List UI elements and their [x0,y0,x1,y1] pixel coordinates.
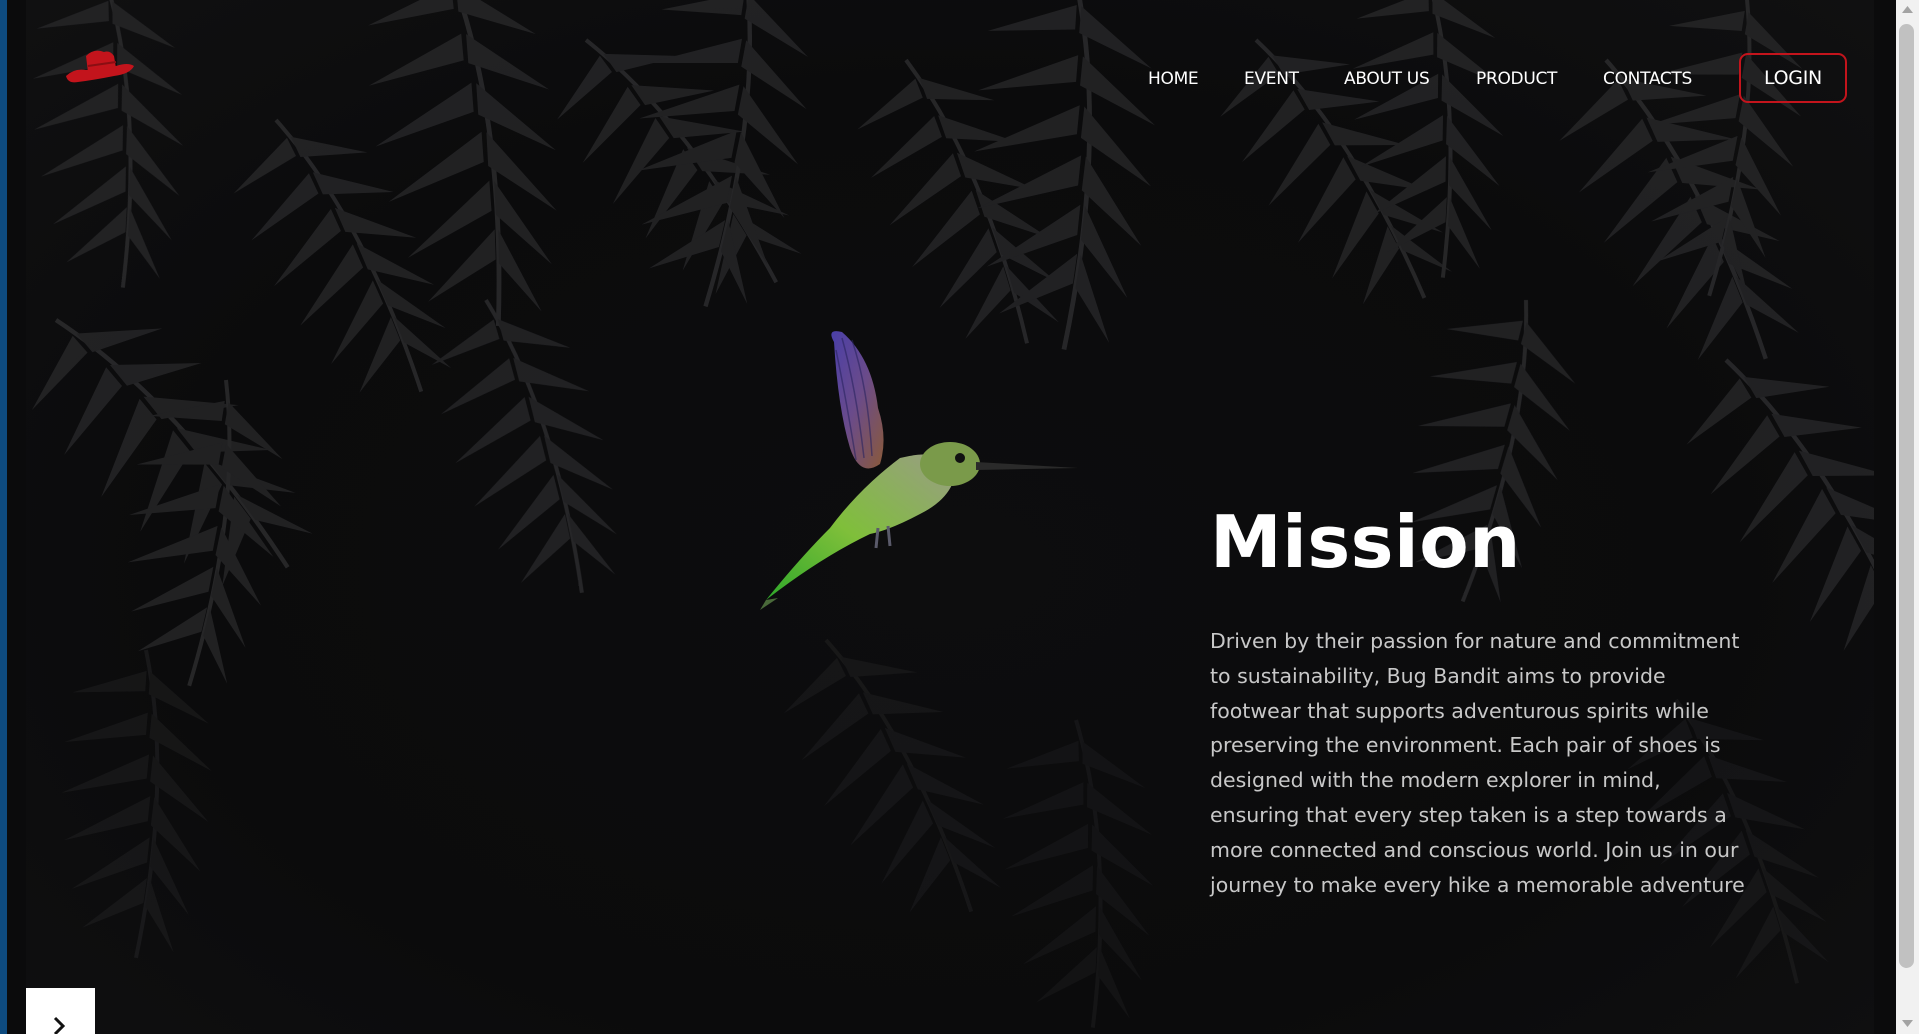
nav-contacts[interactable]: CONTACTS [1603,69,1692,89]
hero-section: HOME EVENT ABOUT US PRODUCT CONTACTS LOG… [26,0,1874,1034]
mission-body: Driven by their passion for nature and c… [1210,629,1745,897]
nav-about-us[interactable]: ABOUT US [1344,69,1430,89]
hummingbird-image [760,331,1078,610]
main-nav: HOME EVENT ABOUT US PRODUCT CONTACTS [26,69,1874,99]
scroll-up-icon[interactable] [1899,2,1916,18]
nav-product[interactable]: PRODUCT [1476,69,1557,89]
scroll-down-icon[interactable] [1899,1015,1916,1031]
chevron-right-icon [53,1016,66,1034]
scrollbar-thumb[interactable] [1899,24,1914,968]
mission-title: Mission [1210,500,1521,584]
nav-home[interactable]: HOME [1148,69,1199,89]
nav-event[interactable]: EVENT [1244,69,1299,89]
window-edge [0,0,26,1034]
carousel-next-button[interactable] [26,988,95,1034]
login-button[interactable]: LOGIN [1739,53,1847,103]
